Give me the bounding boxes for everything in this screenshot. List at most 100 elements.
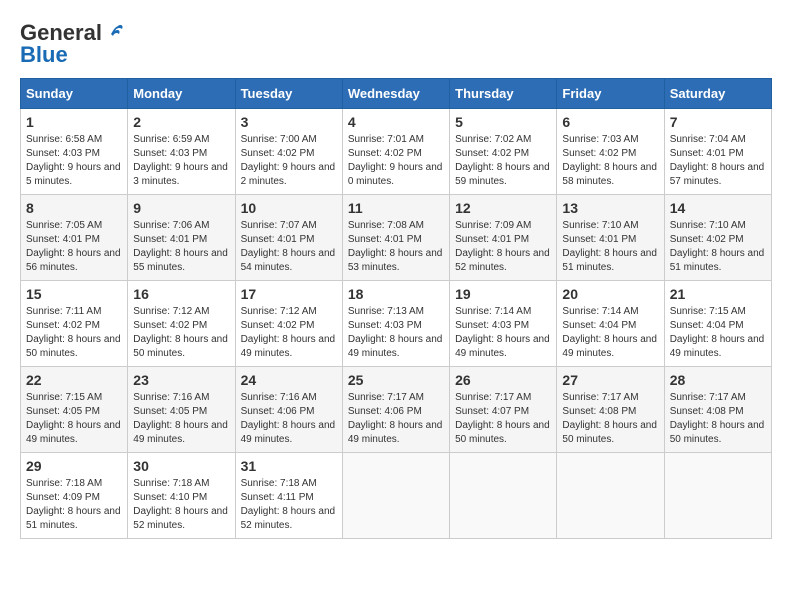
day-number: 20 xyxy=(562,286,658,302)
calendar-cell xyxy=(557,453,664,539)
day-info: Sunrise: 7:18 AM Sunset: 4:09 PM Dayligh… xyxy=(26,477,122,533)
day-number: 29 xyxy=(26,458,122,474)
calendar-table: SundayMondayTuesdayWednesdayThursdayFrid… xyxy=(20,78,772,539)
calendar-cell: 18 Sunrise: 7:13 AM Sunset: 4:03 PM Dayl… xyxy=(342,281,449,367)
week-row-3: 15 Sunrise: 7:11 AM Sunset: 4:02 PM Dayl… xyxy=(21,281,772,367)
day-number: 22 xyxy=(26,372,122,388)
calendar-cell: 11 Sunrise: 7:08 AM Sunset: 4:01 PM Dayl… xyxy=(342,195,449,281)
calendar-cell: 9 Sunrise: 7:06 AM Sunset: 4:01 PM Dayli… xyxy=(128,195,235,281)
day-number: 16 xyxy=(133,286,229,302)
day-number: 13 xyxy=(562,200,658,216)
logo-blue: Blue xyxy=(20,42,68,68)
day-number: 11 xyxy=(348,200,444,216)
day-number: 10 xyxy=(241,200,337,216)
day-info: Sunrise: 7:18 AM Sunset: 4:11 PM Dayligh… xyxy=(241,477,337,533)
day-number: 30 xyxy=(133,458,229,474)
day-number: 9 xyxy=(133,200,229,216)
calendar-cell: 13 Sunrise: 7:10 AM Sunset: 4:01 PM Dayl… xyxy=(557,195,664,281)
day-info: Sunrise: 7:16 AM Sunset: 4:06 PM Dayligh… xyxy=(241,391,337,447)
day-info: Sunrise: 7:08 AM Sunset: 4:01 PM Dayligh… xyxy=(348,219,444,275)
day-info: Sunrise: 7:15 AM Sunset: 4:04 PM Dayligh… xyxy=(670,305,766,361)
calendar-cell: 8 Sunrise: 7:05 AM Sunset: 4:01 PM Dayli… xyxy=(21,195,128,281)
weekday-header-sunday: Sunday xyxy=(21,79,128,109)
day-info: Sunrise: 7:17 AM Sunset: 4:07 PM Dayligh… xyxy=(455,391,551,447)
calendar-cell: 14 Sunrise: 7:10 AM Sunset: 4:02 PM Dayl… xyxy=(664,195,771,281)
day-info: Sunrise: 7:13 AM Sunset: 4:03 PM Dayligh… xyxy=(348,305,444,361)
day-number: 8 xyxy=(26,200,122,216)
week-row-2: 8 Sunrise: 7:05 AM Sunset: 4:01 PM Dayli… xyxy=(21,195,772,281)
day-info: Sunrise: 7:17 AM Sunset: 4:08 PM Dayligh… xyxy=(670,391,766,447)
calendar-cell: 6 Sunrise: 7:03 AM Sunset: 4:02 PM Dayli… xyxy=(557,109,664,195)
calendar-cell: 28 Sunrise: 7:17 AM Sunset: 4:08 PM Dayl… xyxy=(664,367,771,453)
day-info: Sunrise: 7:12 AM Sunset: 4:02 PM Dayligh… xyxy=(241,305,337,361)
day-info: Sunrise: 7:09 AM Sunset: 4:01 PM Dayligh… xyxy=(455,219,551,275)
day-number: 17 xyxy=(241,286,337,302)
calendar-cell xyxy=(450,453,557,539)
day-number: 25 xyxy=(348,372,444,388)
day-number: 12 xyxy=(455,200,551,216)
calendar-cell: 5 Sunrise: 7:02 AM Sunset: 4:02 PM Dayli… xyxy=(450,109,557,195)
day-info: Sunrise: 7:14 AM Sunset: 4:03 PM Dayligh… xyxy=(455,305,551,361)
weekday-header-friday: Friday xyxy=(557,79,664,109)
calendar-cell: 19 Sunrise: 7:14 AM Sunset: 4:03 PM Dayl… xyxy=(450,281,557,367)
week-row-1: 1 Sunrise: 6:58 AM Sunset: 4:03 PM Dayli… xyxy=(21,109,772,195)
day-info: Sunrise: 7:16 AM Sunset: 4:05 PM Dayligh… xyxy=(133,391,229,447)
day-info: Sunrise: 7:10 AM Sunset: 4:01 PM Dayligh… xyxy=(562,219,658,275)
calendar-cell: 22 Sunrise: 7:15 AM Sunset: 4:05 PM Dayl… xyxy=(21,367,128,453)
day-info: Sunrise: 7:04 AM Sunset: 4:01 PM Dayligh… xyxy=(670,133,766,189)
day-info: Sunrise: 6:58 AM Sunset: 4:03 PM Dayligh… xyxy=(26,133,122,189)
day-info: Sunrise: 7:00 AM Sunset: 4:02 PM Dayligh… xyxy=(241,133,337,189)
day-number: 5 xyxy=(455,114,551,130)
week-row-4: 22 Sunrise: 7:15 AM Sunset: 4:05 PM Dayl… xyxy=(21,367,772,453)
calendar-cell: 27 Sunrise: 7:17 AM Sunset: 4:08 PM Dayl… xyxy=(557,367,664,453)
day-info: Sunrise: 7:07 AM Sunset: 4:01 PM Dayligh… xyxy=(241,219,337,275)
weekday-header-saturday: Saturday xyxy=(664,79,771,109)
day-number: 15 xyxy=(26,286,122,302)
day-number: 7 xyxy=(670,114,766,130)
day-info: Sunrise: 7:01 AM Sunset: 4:02 PM Dayligh… xyxy=(348,133,444,189)
calendar-cell: 3 Sunrise: 7:00 AM Sunset: 4:02 PM Dayli… xyxy=(235,109,342,195)
day-number: 18 xyxy=(348,286,444,302)
day-number: 23 xyxy=(133,372,229,388)
calendar-cell: 2 Sunrise: 6:59 AM Sunset: 4:03 PM Dayli… xyxy=(128,109,235,195)
calendar-cell: 4 Sunrise: 7:01 AM Sunset: 4:02 PM Dayli… xyxy=(342,109,449,195)
weekday-header-wednesday: Wednesday xyxy=(342,79,449,109)
day-number: 4 xyxy=(348,114,444,130)
calendar-cell: 16 Sunrise: 7:12 AM Sunset: 4:02 PM Dayl… xyxy=(128,281,235,367)
day-number: 24 xyxy=(241,372,337,388)
day-number: 6 xyxy=(562,114,658,130)
day-info: Sunrise: 6:59 AM Sunset: 4:03 PM Dayligh… xyxy=(133,133,229,189)
calendar-cell: 17 Sunrise: 7:12 AM Sunset: 4:02 PM Dayl… xyxy=(235,281,342,367)
calendar-cell: 31 Sunrise: 7:18 AM Sunset: 4:11 PM Dayl… xyxy=(235,453,342,539)
day-number: 2 xyxy=(133,114,229,130)
calendar-cell xyxy=(342,453,449,539)
calendar-cell: 24 Sunrise: 7:16 AM Sunset: 4:06 PM Dayl… xyxy=(235,367,342,453)
day-info: Sunrise: 7:17 AM Sunset: 4:06 PM Dayligh… xyxy=(348,391,444,447)
day-info: Sunrise: 7:11 AM Sunset: 4:02 PM Dayligh… xyxy=(26,305,122,361)
calendar-cell: 10 Sunrise: 7:07 AM Sunset: 4:01 PM Dayl… xyxy=(235,195,342,281)
day-number: 26 xyxy=(455,372,551,388)
calendar-cell: 20 Sunrise: 7:14 AM Sunset: 4:04 PM Dayl… xyxy=(557,281,664,367)
calendar-cell: 1 Sunrise: 6:58 AM Sunset: 4:03 PM Dayli… xyxy=(21,109,128,195)
calendar-cell: 15 Sunrise: 7:11 AM Sunset: 4:02 PM Dayl… xyxy=(21,281,128,367)
day-info: Sunrise: 7:05 AM Sunset: 4:01 PM Dayligh… xyxy=(26,219,122,275)
calendar-cell: 23 Sunrise: 7:16 AM Sunset: 4:05 PM Dayl… xyxy=(128,367,235,453)
day-info: Sunrise: 7:12 AM Sunset: 4:02 PM Dayligh… xyxy=(133,305,229,361)
calendar-cell: 21 Sunrise: 7:15 AM Sunset: 4:04 PM Dayl… xyxy=(664,281,771,367)
day-info: Sunrise: 7:17 AM Sunset: 4:08 PM Dayligh… xyxy=(562,391,658,447)
weekday-header-tuesday: Tuesday xyxy=(235,79,342,109)
day-info: Sunrise: 7:03 AM Sunset: 4:02 PM Dayligh… xyxy=(562,133,658,189)
weekday-header-row: SundayMondayTuesdayWednesdayThursdayFrid… xyxy=(21,79,772,109)
header: General Blue xyxy=(20,20,772,68)
day-number: 1 xyxy=(26,114,122,130)
calendar-cell: 25 Sunrise: 7:17 AM Sunset: 4:06 PM Dayl… xyxy=(342,367,449,453)
weekday-header-monday: Monday xyxy=(128,79,235,109)
day-number: 21 xyxy=(670,286,766,302)
day-info: Sunrise: 7:06 AM Sunset: 4:01 PM Dayligh… xyxy=(133,219,229,275)
day-number: 27 xyxy=(562,372,658,388)
calendar-cell: 7 Sunrise: 7:04 AM Sunset: 4:01 PM Dayli… xyxy=(664,109,771,195)
calendar-cell xyxy=(664,453,771,539)
calendar-cell: 30 Sunrise: 7:18 AM Sunset: 4:10 PM Dayl… xyxy=(128,453,235,539)
calendar-cell: 29 Sunrise: 7:18 AM Sunset: 4:09 PM Dayl… xyxy=(21,453,128,539)
day-info: Sunrise: 7:14 AM Sunset: 4:04 PM Dayligh… xyxy=(562,305,658,361)
